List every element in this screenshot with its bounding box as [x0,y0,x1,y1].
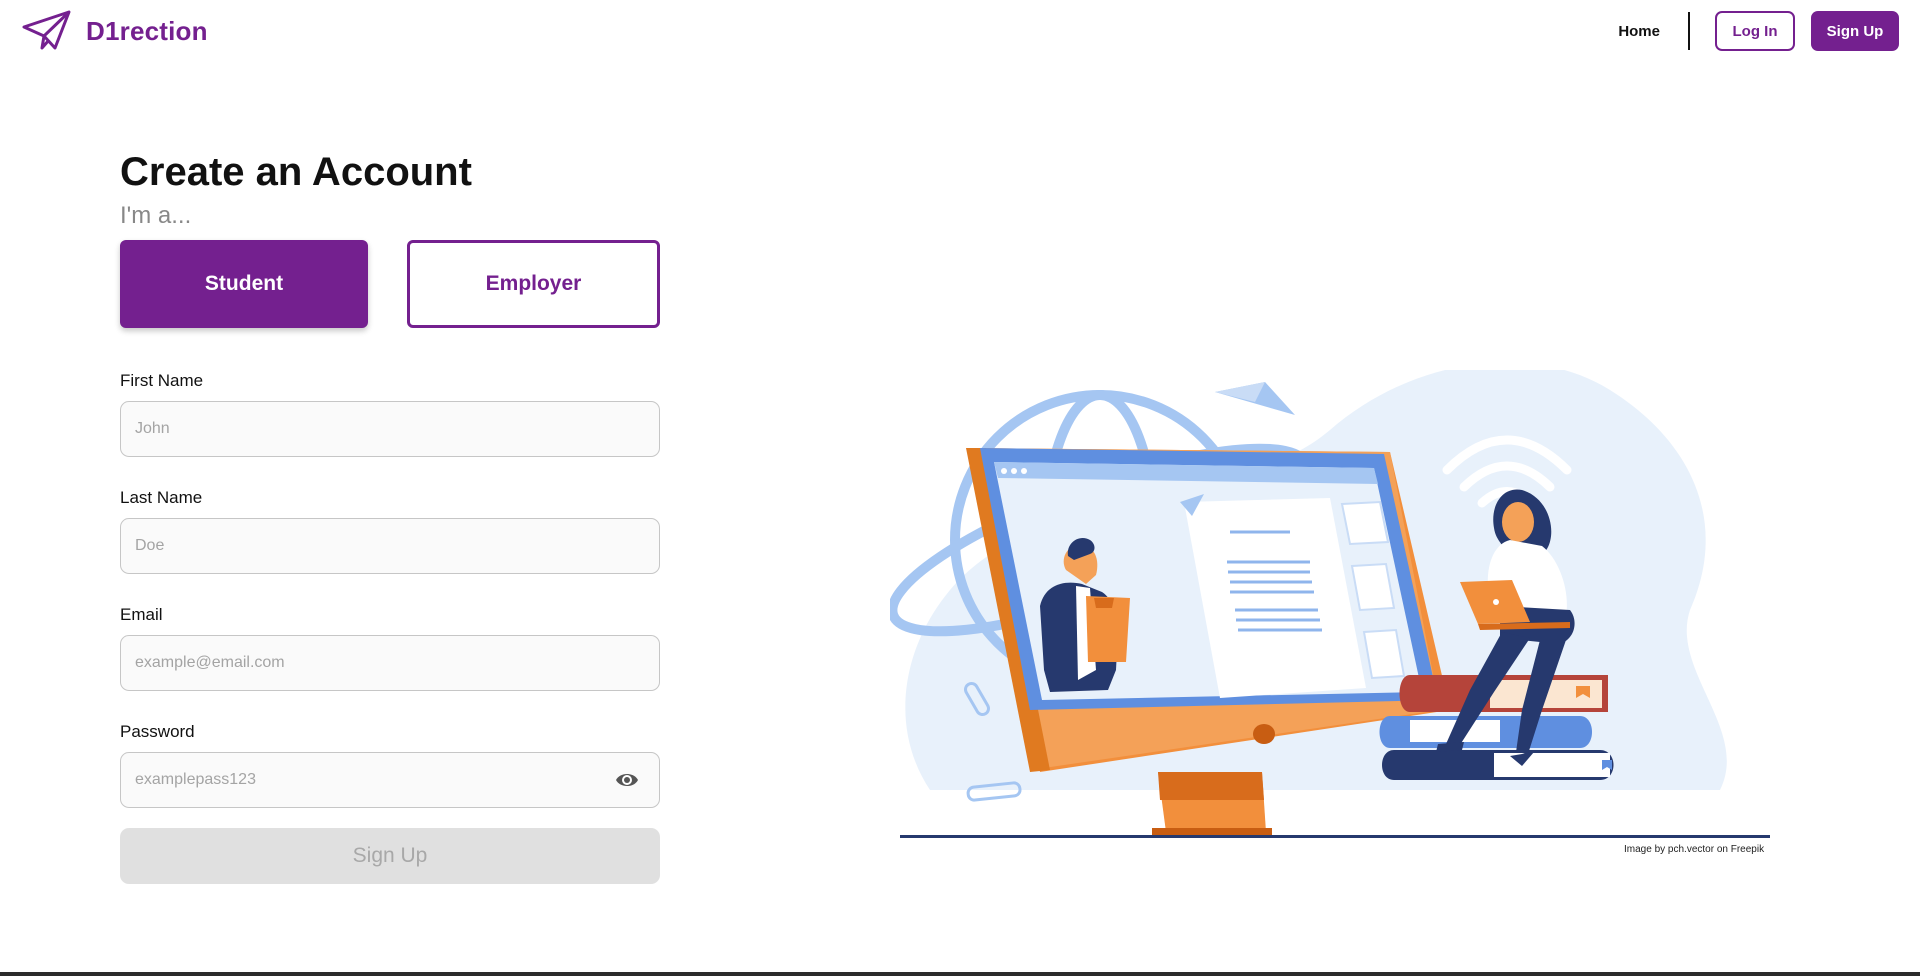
employer-role-button[interactable]: Employer [407,240,660,328]
paper-plane-icon [22,10,71,50]
paper-plane-icon [1215,382,1295,415]
illustration [890,370,1770,838]
nav-divider [1688,12,1690,50]
first-name-label: First Name [120,371,204,390]
email-input[interactable] [121,636,659,690]
first-name-input[interactable] [121,402,659,456]
ground-line [900,835,1770,838]
password-field-wrapper [120,752,660,808]
brand-logo[interactable]: D1rection [22,10,208,52]
password-label: Password [120,722,195,741]
nav-signup-button[interactable]: Sign Up [1811,11,1899,51]
email-label: Email [120,605,163,624]
nav-links: Home Log In Sign Up [1618,11,1899,51]
role-selector: Student Employer [120,240,660,328]
login-button[interactable]: Log In [1715,11,1795,51]
password-input[interactable] [121,753,659,807]
page-title: Create an Account [120,150,472,194]
signup-form: Create an Account I'm a... Student Emplo… [120,148,660,884]
eye-icon[interactable] [615,770,639,790]
image-credit: Image by pch.vector on Freepik [1624,844,1765,855]
last-name-label: Last Name [120,488,203,507]
top-nav-bar: D1rection Home Log In Sign Up [0,0,1920,64]
last-name-field-wrapper [120,518,660,574]
signup-submit-button[interactable]: Sign Up [120,828,660,884]
last-name-input[interactable] [121,519,659,573]
nav-home-link[interactable]: Home [1618,23,1660,40]
student-role-button[interactable]: Student [120,240,368,328]
first-name-field-wrapper [120,401,660,457]
monitor-stand [1152,772,1272,836]
books-icon [1379,675,1614,780]
role-prompt: I'm a... [120,202,192,229]
bottom-edge-bar [0,972,1920,976]
brand-name: D1rection [86,15,208,46]
email-field-wrapper [120,635,660,691]
